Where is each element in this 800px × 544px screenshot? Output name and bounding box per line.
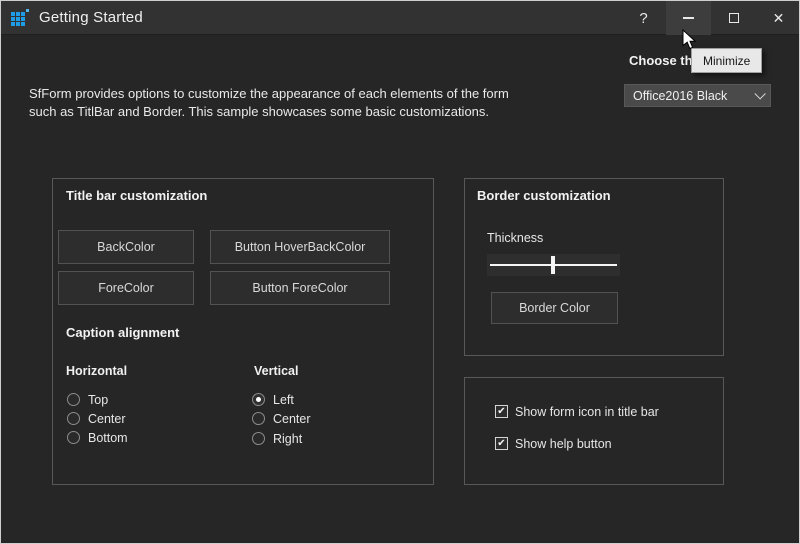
backcolor-button[interactable]: BackColor — [58, 230, 194, 264]
radio-label: Bottom — [88, 431, 128, 445]
radio-vertical-center[interactable]: Center — [252, 411, 311, 426]
checkbox-icon[interactable]: ✔ — [495, 405, 508, 418]
app-window: Getting Started ? ✕ Choose theme Office2… — [0, 0, 800, 544]
sample-description: SfForm provides options to customize the… — [29, 85, 537, 121]
close-icon: ✕ — [773, 10, 785, 27]
group-title: Border customization — [477, 188, 611, 203]
caption-alignment-label: Caption alignment — [66, 325, 179, 340]
show-help-button-checkbox-row[interactable]: ✔ Show help button — [495, 436, 612, 451]
checkbox-label: Show form icon in title bar — [515, 405, 659, 419]
titlebar-options-group: ✔ Show form icon in title bar ✔ Show hel… — [464, 377, 724, 485]
radio-vertical-right[interactable]: Right — [252, 431, 302, 446]
radio-icon — [67, 431, 80, 444]
maximize-icon — [729, 13, 739, 23]
border-customization-group: Border customization Thickness Border Co… — [464, 178, 724, 356]
radio-icon — [252, 412, 265, 425]
radio-label: Right — [273, 432, 302, 446]
chevron-down-icon — [754, 88, 765, 99]
radio-label: Center — [273, 412, 311, 426]
slider-thumb[interactable] — [551, 256, 555, 274]
minimize-icon — [683, 17, 694, 19]
radio-icon — [67, 412, 80, 425]
window-title: Getting Started — [39, 9, 143, 26]
help-button[interactable]: ? — [621, 1, 666, 35]
radio-label: Top — [88, 393, 108, 407]
app-grid-icon — [11, 9, 30, 28]
thickness-slider[interactable] — [487, 254, 620, 276]
close-button[interactable]: ✕ — [756, 1, 800, 35]
theme-dropdown[interactable]: Office2016 Black — [624, 84, 771, 107]
maximize-button[interactable] — [711, 1, 756, 35]
border-color-button[interactable]: Border Color — [491, 292, 618, 324]
radio-horizontal-bottom[interactable]: Bottom — [67, 430, 128, 445]
radio-icon — [67, 393, 80, 406]
radio-vertical-left[interactable]: Left — [252, 392, 294, 407]
title-bar[interactable]: Getting Started ? ✕ — [1, 1, 799, 35]
show-form-icon-checkbox-row[interactable]: ✔ Show form icon in title bar — [495, 404, 659, 419]
thickness-label: Thickness — [487, 231, 543, 245]
minimize-tooltip: Minimize — [691, 48, 762, 73]
button-forecolor-button[interactable]: Button ForeColor — [210, 271, 390, 305]
group-title: Title bar customization — [66, 188, 207, 203]
mouse-cursor-icon — [682, 29, 697, 50]
checkbox-icon[interactable]: ✔ — [495, 437, 508, 450]
theme-dropdown-value: Office2016 Black — [633, 89, 754, 103]
forecolor-button[interactable]: ForeColor — [58, 271, 194, 305]
vertical-label: Vertical — [254, 364, 298, 378]
help-icon: ? — [639, 10, 647, 27]
radio-label: Left — [273, 393, 294, 407]
checkbox-label: Show help button — [515, 437, 612, 451]
radio-icon — [252, 432, 265, 445]
check-icon: ✔ — [497, 407, 505, 417]
button-hoverbackcolor-button[interactable]: Button HoverBackColor — [210, 230, 390, 264]
titlebar-customization-group: Title bar customization BackColor Button… — [52, 178, 434, 485]
radio-icon — [252, 393, 265, 406]
horizontal-label: Horizontal — [66, 364, 127, 378]
radio-horizontal-top[interactable]: Top — [67, 392, 108, 407]
check-icon: ✔ — [497, 439, 505, 449]
radio-label: Center — [88, 412, 126, 426]
radio-horizontal-center[interactable]: Center — [67, 411, 126, 426]
